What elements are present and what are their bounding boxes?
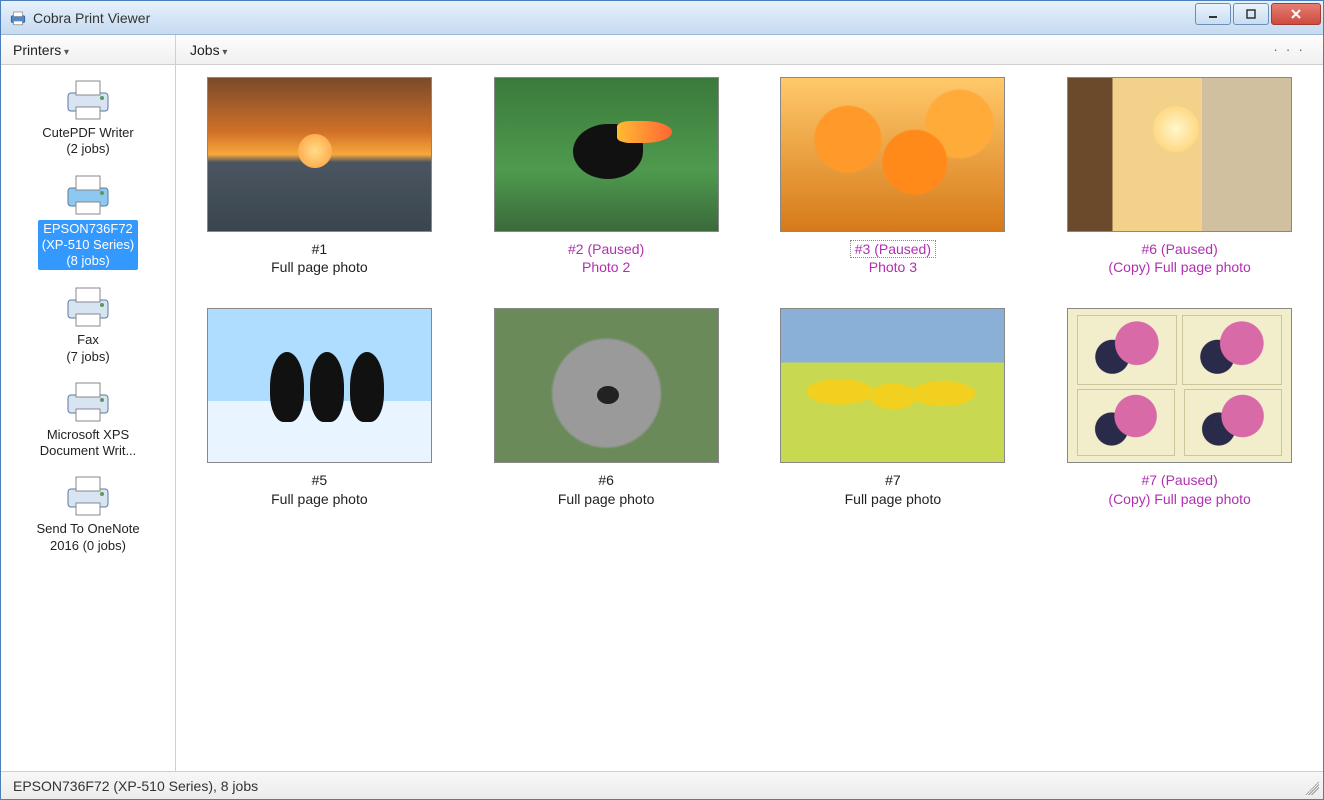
window-titlebar: Cobra Print Viewer xyxy=(1,1,1323,35)
status-bar: EPSON736F72 (XP-510 Series), 8 jobs xyxy=(1,771,1323,799)
printer-name: EPSON736F72 xyxy=(43,221,133,236)
close-button[interactable] xyxy=(1271,3,1321,25)
job-number: #5 xyxy=(312,472,328,488)
minimize-icon xyxy=(1207,8,1219,20)
job-title: Full page photo xyxy=(558,491,655,507)
job-label: #5 Full page photo xyxy=(271,471,368,507)
minimize-button[interactable] xyxy=(1195,3,1231,25)
job-label: #7 Full page photo xyxy=(845,471,942,507)
printer-name: Fax xyxy=(77,332,99,347)
printer-item[interactable]: Microsoft XPSDocument Writ... xyxy=(1,375,175,470)
job-item[interactable]: #6 (Paused) (Copy) Full page photo xyxy=(1056,77,1303,288)
job-title: Full page photo xyxy=(845,491,942,507)
printer-name: CutePDF Writer xyxy=(42,125,134,140)
job-thumbnail[interactable] xyxy=(494,77,719,232)
printer-item[interactable]: Send To OneNote 2016 (0 jobs) xyxy=(1,469,175,564)
overflow-menu[interactable]: · · · xyxy=(1273,41,1305,57)
job-thumbnail[interactable] xyxy=(780,308,1005,463)
job-number: #6 (Paused) xyxy=(1141,241,1217,257)
window-controls xyxy=(1195,3,1321,25)
job-label: #3 (Paused) Photo 3 xyxy=(850,240,936,276)
maximize-icon xyxy=(1245,8,1257,20)
printer-icon xyxy=(64,379,112,423)
job-label: #1 Full page photo xyxy=(271,240,368,276)
printer-item[interactable]: EPSON736F72(XP-510 Series)(8 jobs) xyxy=(1,168,175,281)
job-title: Full page photo xyxy=(271,491,368,507)
job-thumbnail[interactable] xyxy=(1067,77,1292,232)
job-item[interactable]: #2 (Paused) Photo 2 xyxy=(483,77,730,288)
jobs-grid: #1 Full page photo #2 (Paused) Photo 2 #… xyxy=(196,77,1303,520)
job-item[interactable]: #5 Full page photo xyxy=(196,308,443,519)
app-icon xyxy=(9,9,27,27)
job-label: #7 (Paused) (Copy) Full page photo xyxy=(1108,471,1250,507)
printer-name-line2: (XP-510 Series) xyxy=(42,237,134,252)
job-label: #2 (Paused) Photo 2 xyxy=(568,240,644,276)
job-label: #6 (Paused) (Copy) Full page photo xyxy=(1108,240,1250,276)
job-title: Full page photo xyxy=(271,259,368,275)
job-title: (Copy) Full page photo xyxy=(1108,259,1250,275)
printer-icon xyxy=(64,473,112,517)
job-number: #6 xyxy=(598,472,614,488)
job-item[interactable]: #7 (Paused) (Copy) Full page photo xyxy=(1056,308,1303,519)
maximize-button[interactable] xyxy=(1233,3,1269,25)
status-text: EPSON736F72 (XP-510 Series), 8 jobs xyxy=(13,778,258,794)
printers-sidebar: CutePDF Writer(2 jobs) EPSON736F72(XP-51… xyxy=(1,65,176,771)
printer-jobs-count: (8 jobs) xyxy=(66,253,109,268)
printers-dropdown[interactable]: Printers xyxy=(13,42,69,58)
job-number: #3 (Paused) xyxy=(850,240,936,258)
job-thumbnail[interactable] xyxy=(207,77,432,232)
toolbar-jobs-section: Jobs · · · xyxy=(176,35,1323,64)
job-number: #7 (Paused) xyxy=(1141,472,1217,488)
job-title: Photo 2 xyxy=(582,259,630,275)
printer-item[interactable]: CutePDF Writer(2 jobs) xyxy=(1,73,175,168)
printer-icon xyxy=(64,172,112,216)
job-thumbnail[interactable] xyxy=(1067,308,1292,463)
content-area: CutePDF Writer(2 jobs) EPSON736F72(XP-51… xyxy=(1,65,1323,771)
job-title: (Copy) Full page photo xyxy=(1108,491,1250,507)
printer-name-line2: 2016 (0 jobs) xyxy=(50,538,126,553)
job-thumbnail[interactable] xyxy=(207,308,432,463)
window-title: Cobra Print Viewer xyxy=(33,10,150,26)
close-icon xyxy=(1290,8,1302,20)
printer-name: Microsoft XPS xyxy=(47,427,129,442)
resize-grip[interactable] xyxy=(1305,781,1319,795)
job-item[interactable]: #7 Full page photo xyxy=(770,308,1017,519)
job-number: #1 xyxy=(312,241,328,257)
job-title: Photo 3 xyxy=(869,259,917,275)
printer-icon xyxy=(64,284,112,328)
job-thumbnail[interactable] xyxy=(780,77,1005,232)
job-item[interactable]: #1 Full page photo xyxy=(196,77,443,288)
toolbar: Printers Jobs · · · xyxy=(1,35,1323,65)
job-thumbnail[interactable] xyxy=(494,308,719,463)
job-item[interactable]: #6 Full page photo xyxy=(483,308,730,519)
job-number: #7 xyxy=(885,472,901,488)
printer-icon xyxy=(64,77,112,121)
jobs-dropdown[interactable]: Jobs xyxy=(190,42,227,58)
printer-jobs-count: (2 jobs) xyxy=(66,141,109,156)
printer-name: Send To OneNote xyxy=(36,521,139,536)
job-item[interactable]: #3 (Paused) Photo 3 xyxy=(770,77,1017,288)
printer-name-line2: Document Writ... xyxy=(40,443,137,458)
toolbar-printers-section: Printers xyxy=(1,35,176,64)
printer-jobs-count: (7 jobs) xyxy=(66,349,109,364)
job-label: #6 Full page photo xyxy=(558,471,655,507)
job-number: #2 (Paused) xyxy=(568,241,644,257)
printer-item[interactable]: Fax (7 jobs) xyxy=(1,280,175,375)
jobs-area: #1 Full page photo #2 (Paused) Photo 2 #… xyxy=(176,65,1323,771)
